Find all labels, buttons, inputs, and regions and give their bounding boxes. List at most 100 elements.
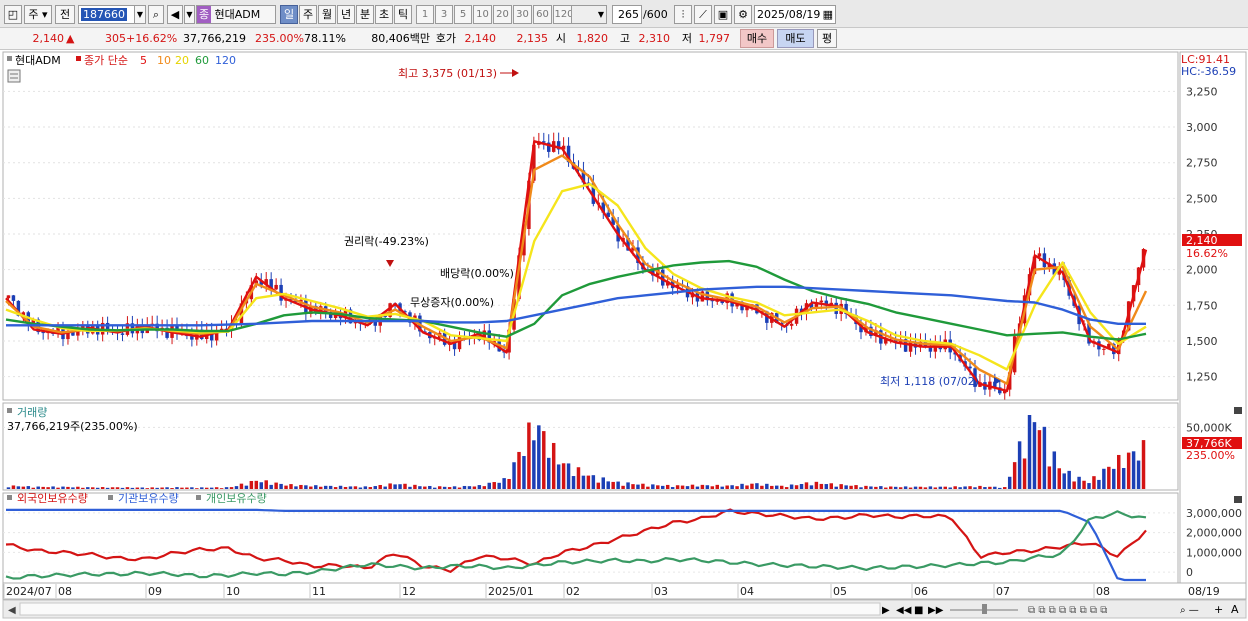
view-select[interactable]: 전: [55, 5, 75, 24]
interval-tab-2[interactable]: 5: [454, 5, 472, 24]
legend-individual: 개인보유수량: [206, 492, 267, 505]
volume-bar: [522, 456, 526, 489]
average-button[interactable]: 평: [817, 29, 837, 48]
stock-name-field[interactable]: 종 현대ADM: [196, 5, 276, 24]
count-total: /600: [643, 8, 668, 21]
volume-bar: [21, 486, 26, 489]
volume-bar: [898, 487, 903, 489]
period-tab-1[interactable]: 주: [299, 5, 317, 24]
draw-tools-icon[interactable]: ⟋: [694, 5, 712, 24]
calendar-icon[interactable]: ▦: [823, 6, 835, 23]
go-last-icon[interactable]: ▶▶: [928, 605, 944, 616]
volume-bar: [200, 487, 204, 489]
table-view-icon[interactable]: [7, 69, 21, 83]
volume-panel-close-icon[interactable]: [1234, 407, 1242, 414]
period-tab-2[interactable]: 월: [318, 5, 336, 24]
stock-name: 현대ADM: [214, 8, 261, 21]
zoom-in-icon[interactable]: +: [1214, 603, 1223, 616]
volume-bar: [1037, 430, 1042, 489]
volume-bar: [1007, 476, 1012, 489]
date-input[interactable]: 2025/08/19 ▦: [754, 5, 836, 24]
zoom-slider-handle[interactable]: [982, 604, 987, 614]
volume-bar: [1052, 451, 1057, 489]
volume-bar: [651, 484, 655, 489]
period-tab-5[interactable]: 초: [375, 5, 393, 24]
sell-button[interactable]: 매도: [777, 29, 814, 48]
scroll-left-icon[interactable]: ◀: [8, 605, 16, 616]
window-menu-icon[interactable]: ◰: [4, 5, 22, 24]
code-dropdown-icon[interactable]: ▼: [134, 5, 146, 24]
volume-bar: [428, 485, 432, 489]
period-tab-6[interactable]: 틱: [394, 5, 412, 24]
volume-bar: [214, 487, 219, 489]
save-icon[interactable]: ▣: [714, 5, 732, 24]
volume-bar: [51, 486, 55, 489]
time-label: 05: [833, 585, 847, 598]
candle-body: [1102, 348, 1106, 350]
last-pct-tag: 16.62%: [1186, 247, 1228, 260]
volume-bar: [1077, 476, 1081, 489]
volume-bar: [730, 485, 734, 489]
period-select[interactable]: 주 ▾: [24, 5, 52, 24]
interval-tab-1[interactable]: 3: [435, 5, 453, 24]
time-label: 2025/01: [488, 585, 534, 598]
volume-bar: [294, 486, 298, 489]
period-tab-0[interactable]: 일: [280, 5, 298, 24]
chart-canvas[interactable]: 1,2501,5001,7502,0002,2502,5002,7503,000…: [0, 50, 1248, 621]
volume-bar: [413, 484, 417, 489]
volume-bar: [685, 486, 690, 489]
bid-price: 2,135: [516, 32, 549, 45]
volume-bar: [289, 484, 293, 489]
candle-type-icon[interactable]: ⫶: [674, 5, 692, 24]
scroll-track[interactable]: [19, 602, 881, 616]
volume-bar: [908, 487, 913, 489]
speaker-icon[interactable]: ◀: [167, 5, 183, 24]
volume-bar: [854, 485, 858, 489]
high-label: 고: [619, 32, 630, 45]
price-tick-label: 3,250: [1186, 85, 1218, 98]
search-icon[interactable]: ⌕: [148, 5, 164, 24]
volume-bar: [715, 484, 719, 489]
settings-gear-icon[interactable]: ⚙: [734, 5, 752, 24]
interval-tab-0[interactable]: 1: [416, 5, 434, 24]
scroll-right-icon[interactable]: ▶: [882, 605, 890, 616]
chart-area[interactable]: 1,2501,5001,7502,0002,2502,5002,7503,000…: [0, 50, 1248, 621]
volume-bar: [700, 484, 705, 489]
holdings-panel-close-icon[interactable]: [1234, 496, 1242, 503]
font-size-icon[interactable]: A: [1231, 603, 1239, 616]
speaker-dropdown-icon[interactable]: ▼: [184, 5, 195, 24]
zoom-out-icon[interactable]: ⌕ —: [1180, 605, 1199, 616]
period-tab-3[interactable]: 년: [337, 5, 355, 24]
volume-bar: [319, 486, 323, 489]
volume-bar: [378, 484, 382, 489]
interval-tab-6[interactable]: 60: [533, 5, 552, 24]
volume-bar: [437, 486, 442, 489]
volume-bar: [903, 486, 908, 489]
go-first-icon[interactable]: ◀◀: [896, 605, 912, 616]
holdings-tick-label: 1,000,000: [1186, 546, 1242, 559]
volume-bar: [948, 487, 952, 489]
volume-bar: [983, 487, 987, 489]
interval-tab-4[interactable]: 20: [493, 5, 512, 24]
interval-tab-3[interactable]: 10: [473, 5, 492, 24]
volume-bar: [1027, 415, 1032, 489]
change-pct: +16.62%: [126, 32, 178, 45]
interval-tab-5[interactable]: 30: [513, 5, 532, 24]
volume-bar: [556, 464, 561, 489]
volume-bar: [338, 485, 343, 489]
volume-bar: [1057, 468, 1061, 489]
volume-bar: [497, 482, 501, 489]
stop-icon[interactable]: ■: [914, 605, 923, 616]
volume-tick-label: 50,000K: [1186, 421, 1232, 434]
volume-bar: [661, 485, 665, 489]
period-tab-4[interactable]: 분: [356, 5, 374, 24]
volume-bar: [670, 487, 675, 489]
count-input[interactable]: 265: [612, 5, 642, 24]
volume-bar: [512, 462, 516, 489]
layout-icon[interactable]: ⧉ ⧉ ⧉ ⧉ ⧉ ⧉ ⧉ ⧉: [1028, 605, 1107, 616]
volume-bar: [155, 487, 159, 489]
ma-label: 종가 단순: [84, 54, 128, 67]
volume-bar: [66, 486, 70, 489]
interval-dropdown[interactable]: ▼: [571, 5, 607, 24]
buy-button[interactable]: 매수: [740, 29, 774, 48]
